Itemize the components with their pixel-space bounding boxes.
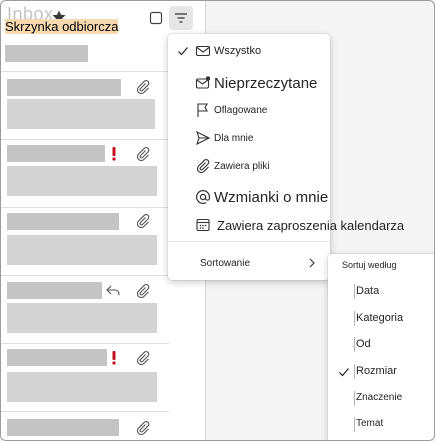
sort-option-size[interactable]: Rozmiar <box>328 359 434 385</box>
menu-divider <box>168 241 330 242</box>
message-preview-placeholder <box>7 372 157 402</box>
message-preview-placeholder <box>7 99 155 129</box>
at-icon <box>196 190 210 205</box>
row-divider <box>1 343 169 344</box>
cursor-bar <box>354 391 355 406</box>
sort-label: Sortowanie <box>200 257 251 269</box>
filter-item-label: Dla mnie <box>214 132 254 144</box>
filter-menu: Wszystko Nieprzeczytane Oflagowane Dla m… <box>168 34 404 280</box>
message-sender-placeholder <box>7 145 105 162</box>
calendar-icon <box>196 218 210 232</box>
message-preview-placeholder <box>7 166 157 196</box>
sort-submenu: Sortuj według Data Kategoria Od Rozmiar … <box>328 254 434 440</box>
sort-option-label: Rozmiar <box>356 365 397 377</box>
sort-submenu-trigger[interactable]: Sortowanie <box>168 248 330 278</box>
inbox-folder-label: Skrzynka odbiorcza <box>5 19 119 34</box>
message-preview-placeholder <box>7 303 157 333</box>
paperclip-icon <box>136 351 150 366</box>
send-icon <box>196 130 211 146</box>
message-placeholder <box>5 45 88 62</box>
cursor-bar <box>354 364 355 379</box>
checkmark-icon <box>339 368 349 377</box>
filter-item-unread[interactable]: Nieprzeczytane <box>168 68 330 98</box>
sort-option-label: Od <box>356 338 371 350</box>
filter-item-flagged[interactable]: Oflagowane <box>168 95 330 125</box>
message-sender-placeholder <box>7 79 121 96</box>
outlook-window: Inbox Skrzynka odbiorcza Wszystko Nieprz… <box>0 0 435 441</box>
filter-item-mentions[interactable]: Wzmianki o mnie <box>168 182 330 212</box>
paperclip-icon <box>196 159 210 174</box>
row-divider <box>1 275 169 276</box>
sort-option-importance[interactable]: Znaczenie <box>328 386 434 412</box>
important-icon <box>112 147 116 161</box>
filter-item-label: Wzmianki o mnie <box>214 188 329 206</box>
chevron-right-icon <box>309 258 315 268</box>
flag-icon <box>197 103 208 117</box>
cursor-bar <box>354 417 355 432</box>
envelope-icon <box>195 45 211 57</box>
row-divider <box>1 207 169 208</box>
filter-button[interactable] <box>169 6 193 30</box>
filter-item-has-files[interactable]: Zawiera pliki <box>168 151 330 181</box>
row-divider <box>1 71 169 72</box>
sort-option-label: Znaczenie <box>356 392 403 403</box>
sort-option-category[interactable]: Kategoria <box>328 306 434 332</box>
message-sender-placeholder <box>7 349 107 366</box>
important-icon <box>112 351 116 365</box>
envelope-dot-icon <box>195 76 211 89</box>
message-sender-placeholder <box>7 282 102 299</box>
message-list-header: Inbox Skrzynka odbiorcza <box>1 1 206 37</box>
paperclip-icon <box>136 80 150 95</box>
sort-submenu-heading: Sortuj według <box>342 260 397 270</box>
paperclip-icon <box>136 147 150 162</box>
filter-icon <box>175 13 187 23</box>
select-mode-icon[interactable] <box>149 11 163 25</box>
filter-item-label: Nieprzeczytane <box>214 74 318 92</box>
row-divider <box>1 139 169 140</box>
filter-item-calendar-invites[interactable]: Zawiera zaproszenia kalendarza <box>168 210 404 240</box>
sort-option-label: Temat <box>356 418 384 429</box>
sort-option-from[interactable]: Od <box>328 332 434 358</box>
message-sender-placeholder <box>7 213 119 230</box>
sort-option-subject[interactable]: Temat <box>328 412 434 438</box>
filter-item-label: Zawiera pliki <box>214 160 270 172</box>
cursor-bar <box>354 284 355 299</box>
message-sender-placeholder <box>7 419 119 436</box>
sort-option-label: Kategoria <box>356 312 404 324</box>
paperclip-icon <box>136 284 150 299</box>
checkmark-icon <box>178 47 188 56</box>
filter-item-all[interactable]: Wszystko <box>168 36 330 66</box>
filter-item-label: Zawiera zaproszenia kalendarza <box>217 217 405 233</box>
sort-option-date[interactable]: Data <box>328 279 434 305</box>
message-preview-placeholder <box>7 235 157 265</box>
sort-option-label: Data <box>356 285 380 297</box>
cursor-bar <box>354 337 355 352</box>
cursor-bar <box>354 311 355 326</box>
filter-item-label: Wszystko <box>214 45 262 57</box>
filter-item-label: Oflagowane <box>214 104 268 116</box>
paperclip-icon <box>136 421 150 436</box>
paperclip-icon <box>136 214 150 229</box>
reply-icon <box>106 285 120 295</box>
row-divider <box>1 411 169 412</box>
filter-item-to-me[interactable]: Dla mnie <box>168 123 330 153</box>
